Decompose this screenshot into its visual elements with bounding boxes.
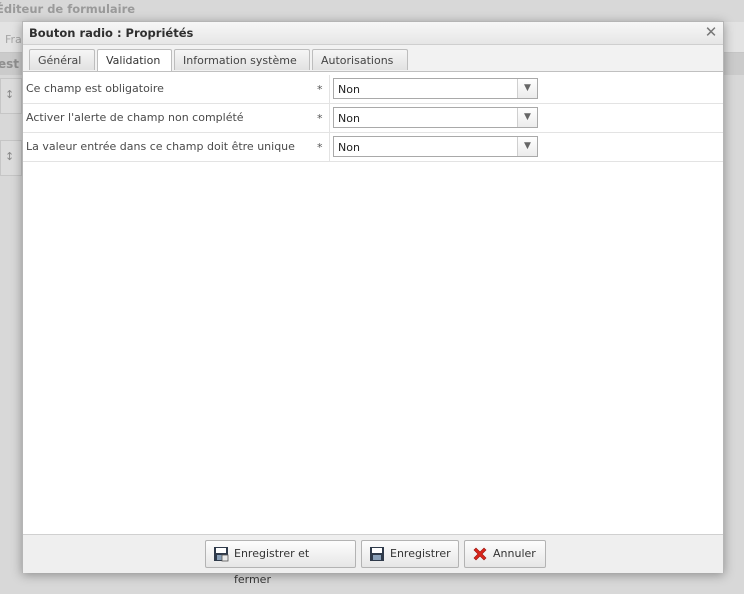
validation-form: Ce champ est obligatoire * Non ▼ Activer… [23,75,723,162]
field-label: Ce champ est obligatoire [26,82,164,95]
tab-authorizations[interactable]: Autorisations [312,49,408,70]
tab-validation[interactable]: Validation [97,49,172,71]
cancel-label: Annuler [493,547,536,560]
tab-system-information-label: Information système [183,54,297,67]
required-mark: * [317,112,323,125]
dialog-title: Bouton radio : Propriétés [29,26,194,40]
tab-system-information[interactable]: Information système [174,49,310,70]
select-value: Non [338,112,360,125]
save-button[interactable]: Enregistrer [361,540,459,568]
field-label: Activer l'alerte de champ non complété [26,111,244,124]
background-section-text: est [0,57,20,71]
tab-authorizations-label: Autorisations [321,54,394,67]
dialog-footer: Enregistrer et fermer Enregistrer Annule… [23,534,723,586]
background-app-title: Éditeur de formulaire [0,2,136,16]
tab-general-label: Général [38,54,82,67]
required-select[interactable]: Non ▼ [333,78,538,99]
column-divider [329,75,330,103]
background-tab-text: Fra [5,33,22,46]
required-mark: * [317,83,323,96]
properties-dialog: Bouton radio : Propriétés ✕ Général Vali… [22,21,724,586]
required-mark: * [317,141,323,154]
field-label: La valeur entrée dans ce champ doit être… [26,140,295,153]
select-value: Non [338,83,360,96]
select-value: Non [338,141,360,154]
drag-handle-icon: ↕ [5,88,15,101]
floppy-disk-icon [370,547,384,561]
chevron-down-icon[interactable]: ▼ [517,137,537,156]
column-divider [329,133,330,161]
unique-value-select[interactable]: Non ▼ [333,136,538,157]
chevron-down-icon[interactable]: ▼ [517,79,537,98]
red-x-icon [473,547,487,561]
incomplete-alert-select[interactable]: Non ▼ [333,107,538,128]
background-field-row: ↕ [0,78,22,114]
field-row-required: Ce champ est obligatoire * Non ▼ [23,75,723,104]
drag-handle-icon: ↕ [5,150,15,163]
column-divider [329,104,330,132]
field-row-unique-value: La valeur entrée dans ce champ doit être… [23,133,723,162]
field-row-incomplete-alert: Activer l'alerte de champ non complété *… [23,104,723,133]
background-field-row: ↕ [0,140,22,176]
save-close-icon [214,547,229,562]
close-icon[interactable]: ✕ [703,24,719,40]
dialog-header: Bouton radio : Propriétés ✕ [23,22,723,45]
save-label: Enregistrer [390,547,451,560]
chevron-down-icon[interactable]: ▼ [517,108,537,127]
tab-general[interactable]: Général [29,49,95,70]
cancel-button[interactable]: Annuler [464,540,546,568]
tab-bar: Général Validation Information système A… [23,45,723,72]
save-and-close-button[interactable]: Enregistrer et fermer [205,540,356,586]
tab-validation-label: Validation [106,54,161,67]
